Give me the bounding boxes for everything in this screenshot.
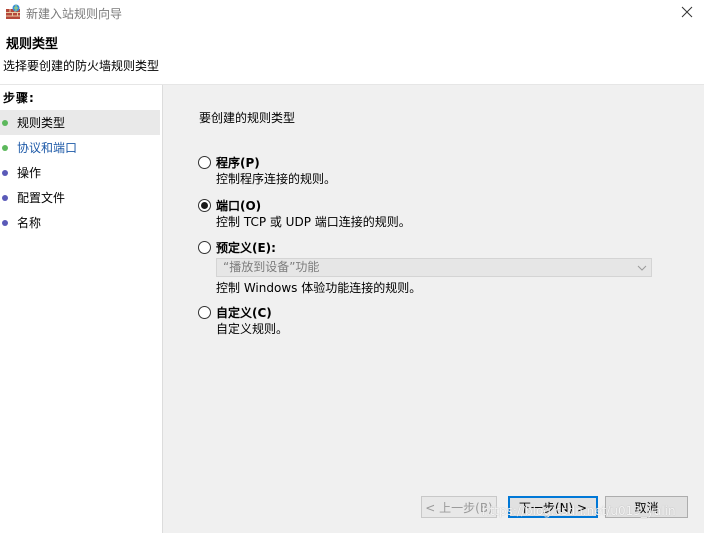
option-predefined: 预定义(E): “播放到设备”功能 控制 Windows 体验功能连接的规则。 xyxy=(198,239,658,297)
main-content: 要创建的规则类型 程序(P) 控制程序连接的规则。 端口(O) 控制 TCP 或… xyxy=(163,85,704,533)
page-subtitle: 选择要创建的防火墙规则类型 xyxy=(3,59,160,73)
custom-radio-label[interactable]: 自定义(C) xyxy=(216,304,272,321)
step-action[interactable]: 操作 xyxy=(0,160,160,185)
option-port: 端口(O) 控制 TCP 或 UDP 端口连接的规则。 xyxy=(198,197,658,231)
predefined-radio[interactable] xyxy=(198,241,211,254)
step-protocol-and-ports[interactable]: 协议和端口 xyxy=(0,135,160,160)
step-label: 操作 xyxy=(17,166,42,180)
option-program: 程序(P) 控制程序连接的规则。 xyxy=(198,154,658,188)
watermark: https://blog.csdn.net/u013_yalin xyxy=(482,504,676,518)
step-name[interactable]: 名称 xyxy=(0,210,160,235)
step-status-dot xyxy=(2,119,8,126)
custom-radio[interactable] xyxy=(198,306,211,319)
predefined-select-value: “播放到设备”功能 xyxy=(223,260,320,274)
steps-heading: 步骤: xyxy=(3,91,35,105)
firewall-wall-icon xyxy=(5,4,21,20)
step-status-dot xyxy=(2,169,8,176)
steps-panel: 步骤: 规则类型 协议和端口 操作 配置文件 名称 xyxy=(0,85,162,533)
close-button[interactable] xyxy=(670,0,704,26)
rule-type-prompt: 要创建的规则类型 xyxy=(199,111,296,125)
step-status-dot xyxy=(2,194,8,201)
wizard-window: 新建入站规则向导 规则类型 选择要创建的防火墙规则类型 步骤: 规则类型 协议和… xyxy=(0,0,704,533)
port-radio-label[interactable]: 端口(O) xyxy=(216,197,261,214)
port-radio[interactable] xyxy=(198,199,211,212)
close-icon xyxy=(681,6,693,21)
page-title: 规则类型 xyxy=(6,37,59,52)
predefined-select[interactable]: “播放到设备”功能 xyxy=(216,258,652,277)
step-label: 规则类型 xyxy=(17,116,66,130)
port-description: 控制 TCP 或 UDP 端口连接的规则。 xyxy=(216,215,411,229)
program-radio[interactable] xyxy=(198,156,211,169)
predefined-radio-label[interactable]: 预定义(E): xyxy=(216,239,276,256)
step-status-dot xyxy=(2,144,8,151)
window-title: 新建入站规则向导 xyxy=(26,7,123,21)
chevron-down-icon xyxy=(637,259,647,276)
custom-description: 自定义规则。 xyxy=(216,322,289,336)
step-status-dot xyxy=(2,219,8,226)
predefined-description: 控制 Windows 体验功能连接的规则。 xyxy=(216,281,422,295)
step-label: 配置文件 xyxy=(17,191,66,205)
option-custom: 自定义(C) 自定义规则。 xyxy=(198,304,658,338)
step-label: 名称 xyxy=(17,216,42,230)
step-rule-type[interactable]: 规则类型 xyxy=(0,110,160,135)
step-profile[interactable]: 配置文件 xyxy=(0,185,160,210)
program-radio-label[interactable]: 程序(P) xyxy=(216,154,260,171)
step-label: 协议和端口 xyxy=(17,141,78,155)
title-bar: 新建入站规则向导 xyxy=(0,0,704,26)
program-description: 控制程序连接的规则。 xyxy=(216,172,337,186)
